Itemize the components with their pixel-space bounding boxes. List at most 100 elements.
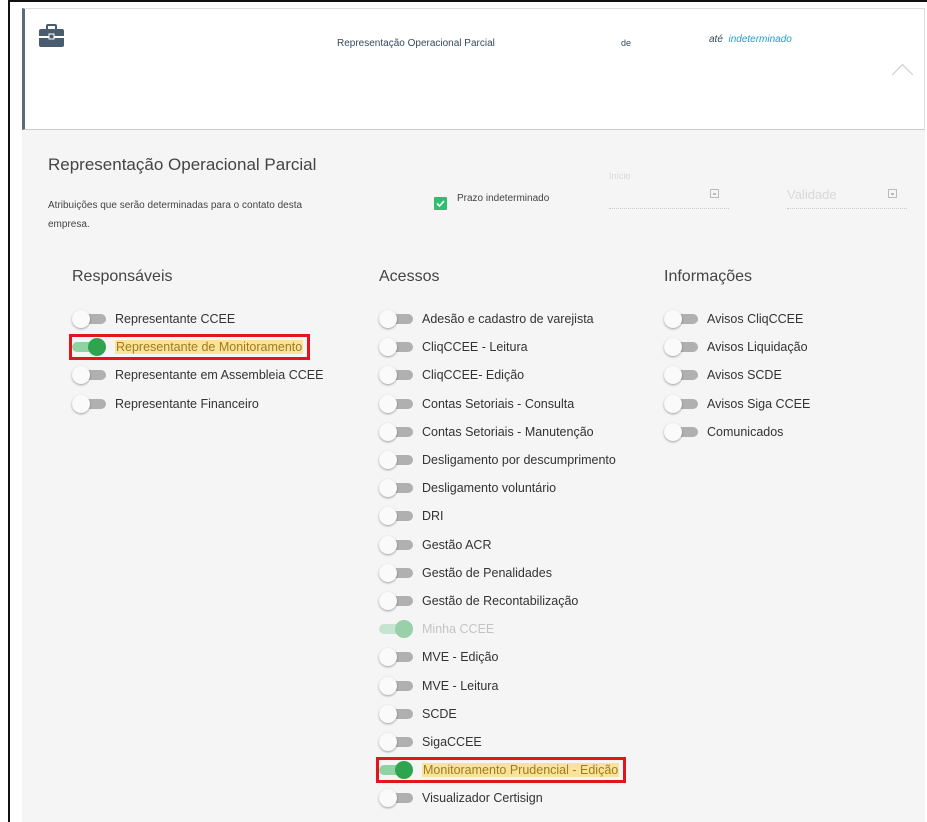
toggle-switch[interactable] — [379, 451, 413, 469]
toggle-row[interactable]: SCDE — [379, 703, 457, 725]
toggle-knob — [379, 507, 397, 526]
toggle-knob — [395, 620, 413, 639]
toggle-knob — [379, 422, 397, 441]
frame-top-edge — [8, 0, 927, 2]
header-start-label: de — [621, 38, 632, 48]
toggle-switch[interactable] — [379, 366, 413, 385]
toggle-row[interactable]: Representante Financeiro — [72, 393, 259, 415]
toggle-knob — [379, 535, 397, 554]
calendar-icon[interactable] — [710, 189, 719, 198]
toggle-row[interactable]: SigaCCEE — [379, 731, 482, 753]
validade-date-underline — [787, 208, 907, 209]
attributions-panel: Representação Operacional Parcial Atribu… — [22, 130, 925, 822]
toggle-switch[interactable] — [379, 422, 413, 441]
toggle-row[interactable]: Desligamento por descumprimento — [379, 449, 616, 471]
toggle-switch — [379, 620, 413, 639]
toggle-row[interactable]: DRI — [379, 505, 444, 527]
toggle-row[interactable]: MVE - Leitura — [379, 675, 498, 697]
toggle-switch[interactable] — [379, 310, 413, 328]
toggle-label: Visualizador Certisign — [422, 791, 543, 806]
toggle-knob — [379, 789, 397, 808]
toggle-label: CliqCCEE - Leitura — [422, 340, 528, 355]
toggle-label: Minha CCEE — [422, 622, 495, 637]
toggle-knob — [379, 733, 397, 751]
toggle-switch[interactable] — [379, 479, 413, 498]
toggle-row[interactable]: Adesão e cadastro de varejista — [379, 308, 594, 330]
toggle-switch[interactable] — [379, 704, 413, 723]
toggle-switch[interactable] — [379, 648, 413, 667]
chevron-up-icon[interactable] — [891, 63, 914, 86]
inicio-date-input[interactable] — [609, 208, 729, 209]
toggle-row[interactable]: Avisos Liquidação — [664, 336, 808, 358]
representation-header-card[interactable]: Representação Operacional Parcial de até… — [22, 8, 925, 130]
prazo-indeterminado-checkbox[interactable] — [434, 197, 447, 210]
toggle-label: DRI — [422, 509, 444, 524]
toggle-switch[interactable] — [379, 394, 413, 413]
toggle-row[interactable]: Representante em Assembleia CCEE — [72, 364, 323, 386]
toggle-row[interactable]: Representante CCEE — [72, 308, 235, 330]
toggle-switch[interactable] — [72, 310, 106, 328]
toggle-label: MVE - Leitura — [422, 678, 499, 693]
toggle-knob — [379, 704, 397, 723]
toggle-label: Avisos CliqCCEE — [707, 312, 804, 326]
toggle-switch[interactable] — [379, 676, 413, 695]
toggle-row[interactable]: Avisos CliqCCEE — [664, 308, 803, 330]
header-end-label: até — [709, 34, 723, 45]
toggle-knob — [72, 366, 90, 385]
toggle-label: Desligamento voluntário — [422, 481, 557, 496]
toggle-switch[interactable] — [379, 507, 413, 526]
toggle-switch[interactable] — [379, 535, 413, 554]
toggle-row[interactable]: CliqCCEE - Leitura — [379, 336, 528, 358]
toggle-label: Contas Setoriais - Manutenção — [422, 424, 594, 439]
toggle-row[interactable]: Contas Setoriais - Consulta — [379, 393, 574, 415]
calendar-icon[interactable] — [888, 189, 897, 198]
toggle-label: MVE - Edição — [422, 650, 499, 665]
toggle-switch[interactable] — [664, 310, 698, 328]
toggle-row[interactable]: Comunicados — [664, 421, 783, 443]
header-end-value: indeterminado — [728, 34, 792, 45]
toggle-label: SCDE — [422, 706, 457, 721]
toggle-switch[interactable] — [379, 563, 413, 582]
toggle-switch[interactable] — [664, 394, 698, 413]
toggle-row[interactable]: Gestão ACR — [379, 534, 491, 556]
toggle-knob — [72, 310, 90, 328]
toggle-switch[interactable] — [72, 366, 106, 385]
toggle-row[interactable]: Desligamento voluntário — [379, 477, 556, 499]
toggle-knob — [664, 394, 682, 413]
toggle-label: Gestão de Penalidades — [422, 565, 552, 580]
toggle-knob — [664, 422, 682, 441]
section-title: Representação Operacional Parcial — [48, 155, 317, 174]
prazo-indeterminado-label: Prazo indeterminado — [457, 193, 550, 204]
toggle-label: SigaCCEE — [422, 735, 482, 749]
toggle-knob — [72, 394, 90, 413]
toggle-row[interactable]: MVE - Edição — [379, 646, 498, 668]
toggle-switch[interactable] — [379, 592, 413, 610]
toggle-row[interactable]: Gestão de Penalidades — [379, 562, 552, 584]
toggle-label: Gestão de Recontabilização — [422, 594, 579, 608]
toggle-row[interactable]: Visualizador Certisign — [379, 787, 543, 809]
toggle-row[interactable]: Avisos Siga CCEE — [664, 393, 810, 415]
toggle-switch[interactable] — [72, 394, 106, 413]
toggle-row[interactable]: Contas Setoriais - Manutenção — [379, 421, 594, 443]
toggle-label: Representante Financeiro — [115, 396, 259, 411]
toggle-switch[interactable] — [379, 789, 413, 808]
toggle-label: CliqCCEE- Edição — [422, 368, 525, 383]
toggle-row[interactable]: CliqCCEE- Edição — [379, 364, 524, 386]
toggle-switch[interactable] — [379, 338, 413, 357]
toggle-label: Representante em Assembleia CCEE — [115, 368, 324, 383]
toggle-knob — [379, 676, 397, 695]
toggle-switch[interactable] — [379, 733, 413, 751]
toggle-switch[interactable] — [664, 366, 698, 385]
toggle-switch[interactable] — [664, 338, 698, 357]
header-title: Representação Operacional Parcial — [337, 38, 495, 49]
toggle-row[interactable]: Avisos SCDE — [664, 364, 782, 386]
validade-date-input[interactable]: Validade — [787, 187, 837, 202]
toggle-label: Comunicados — [707, 424, 784, 439]
toggle-knob — [379, 592, 397, 610]
toggle-row[interactable]: Minha CCEE — [379, 618, 494, 640]
inicio-field-label: Início — [609, 171, 631, 181]
toggle-switch[interactable] — [664, 422, 698, 441]
header-end: até indeterminado — [709, 34, 792, 45]
toggle-row[interactable]: Gestão de Recontabilização — [379, 590, 578, 612]
toggle-label: Avisos Liquidação — [707, 340, 808, 355]
